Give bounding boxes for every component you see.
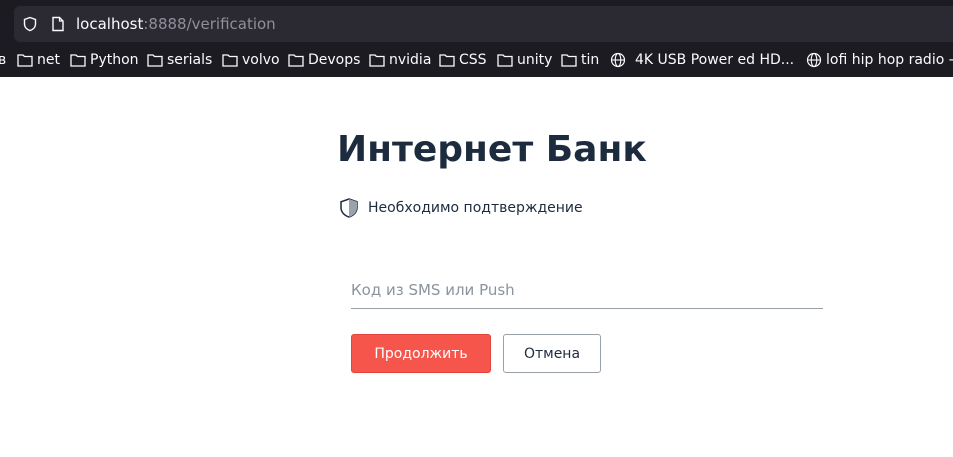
bookmark-folder-nvidia[interactable]: nvidia [369,47,431,73]
bookmark-label: volvo [242,52,280,68]
code-field [351,276,823,309]
bookmark-folder-css[interactable]: CSS [439,47,487,73]
page-icon[interactable] [51,16,65,32]
folder-icon [561,54,577,67]
shield-icon [340,198,358,218]
bookmark-folder-python[interactable]: Python [70,47,139,73]
bookmark-folder-serials[interactable]: serials [147,47,212,73]
bookmark-label: в [0,52,7,68]
bookmark-folder-devops[interactable]: Devops [288,47,360,73]
bookmark-link-lofi[interactable]: lofi hip hop radio - b [806,47,953,73]
globe-icon [610,52,626,68]
bookmark-folder-cut[interactable]: в [0,47,6,73]
folder-icon [17,54,33,67]
folder-icon [288,54,304,67]
cancel-button[interactable]: Отмена [503,334,601,373]
folder-icon [369,54,385,67]
bookmark-label: unity [517,52,553,68]
bookmark-label: tin [581,52,600,68]
shield-icon[interactable] [22,16,38,32]
bookmark-folder-volvo[interactable]: volvo [222,47,280,73]
bookmark-label: CSS [459,52,487,68]
browser-chrome: localhost:8888/verification в net Python… [0,0,953,77]
page-title: Интернет Банк [337,129,647,170]
bookmark-label: Devops [308,52,361,68]
folder-icon [497,54,513,67]
bookmark-label: nvidia [389,52,432,68]
folder-icon [439,54,455,67]
url-path: :8888/verification [143,15,276,33]
folder-icon [222,54,238,67]
bookmark-label: serials [167,52,213,68]
bookmark-folder-net[interactable]: net [17,47,60,73]
bookmark-folder-tin[interactable]: tin [561,47,599,73]
verification-notice: Необходимо подтверждение [338,197,583,219]
bookmark-link-4k-usb[interactable]: 4K USB Power ed HD... [610,47,794,73]
page-content: Интернет Банк Необходимо подтверждение П… [0,77,953,457]
bookmark-label: net [37,52,60,68]
url-host: localhost [76,15,144,33]
bookmarks-bar: в net Python serials volvo Devops nvidia [0,47,953,73]
code-input[interactable] [351,276,823,304]
notice-text: Необходимо подтверждение [368,200,583,216]
url-text[interactable]: localhost:8888/verification [76,13,276,35]
bookmark-label: lofi hip hop radio - b [826,52,953,68]
continue-button[interactable]: Продолжить [351,334,491,373]
bookmark-label: Python [90,52,139,68]
folder-icon [70,54,86,67]
bookmark-label: 4K USB Power ed HD... [635,52,795,68]
bookmark-folder-unity[interactable]: unity [497,47,552,73]
globe-icon [806,52,822,68]
address-bar[interactable]: localhost:8888/verification [14,6,953,42]
folder-icon [147,54,163,67]
